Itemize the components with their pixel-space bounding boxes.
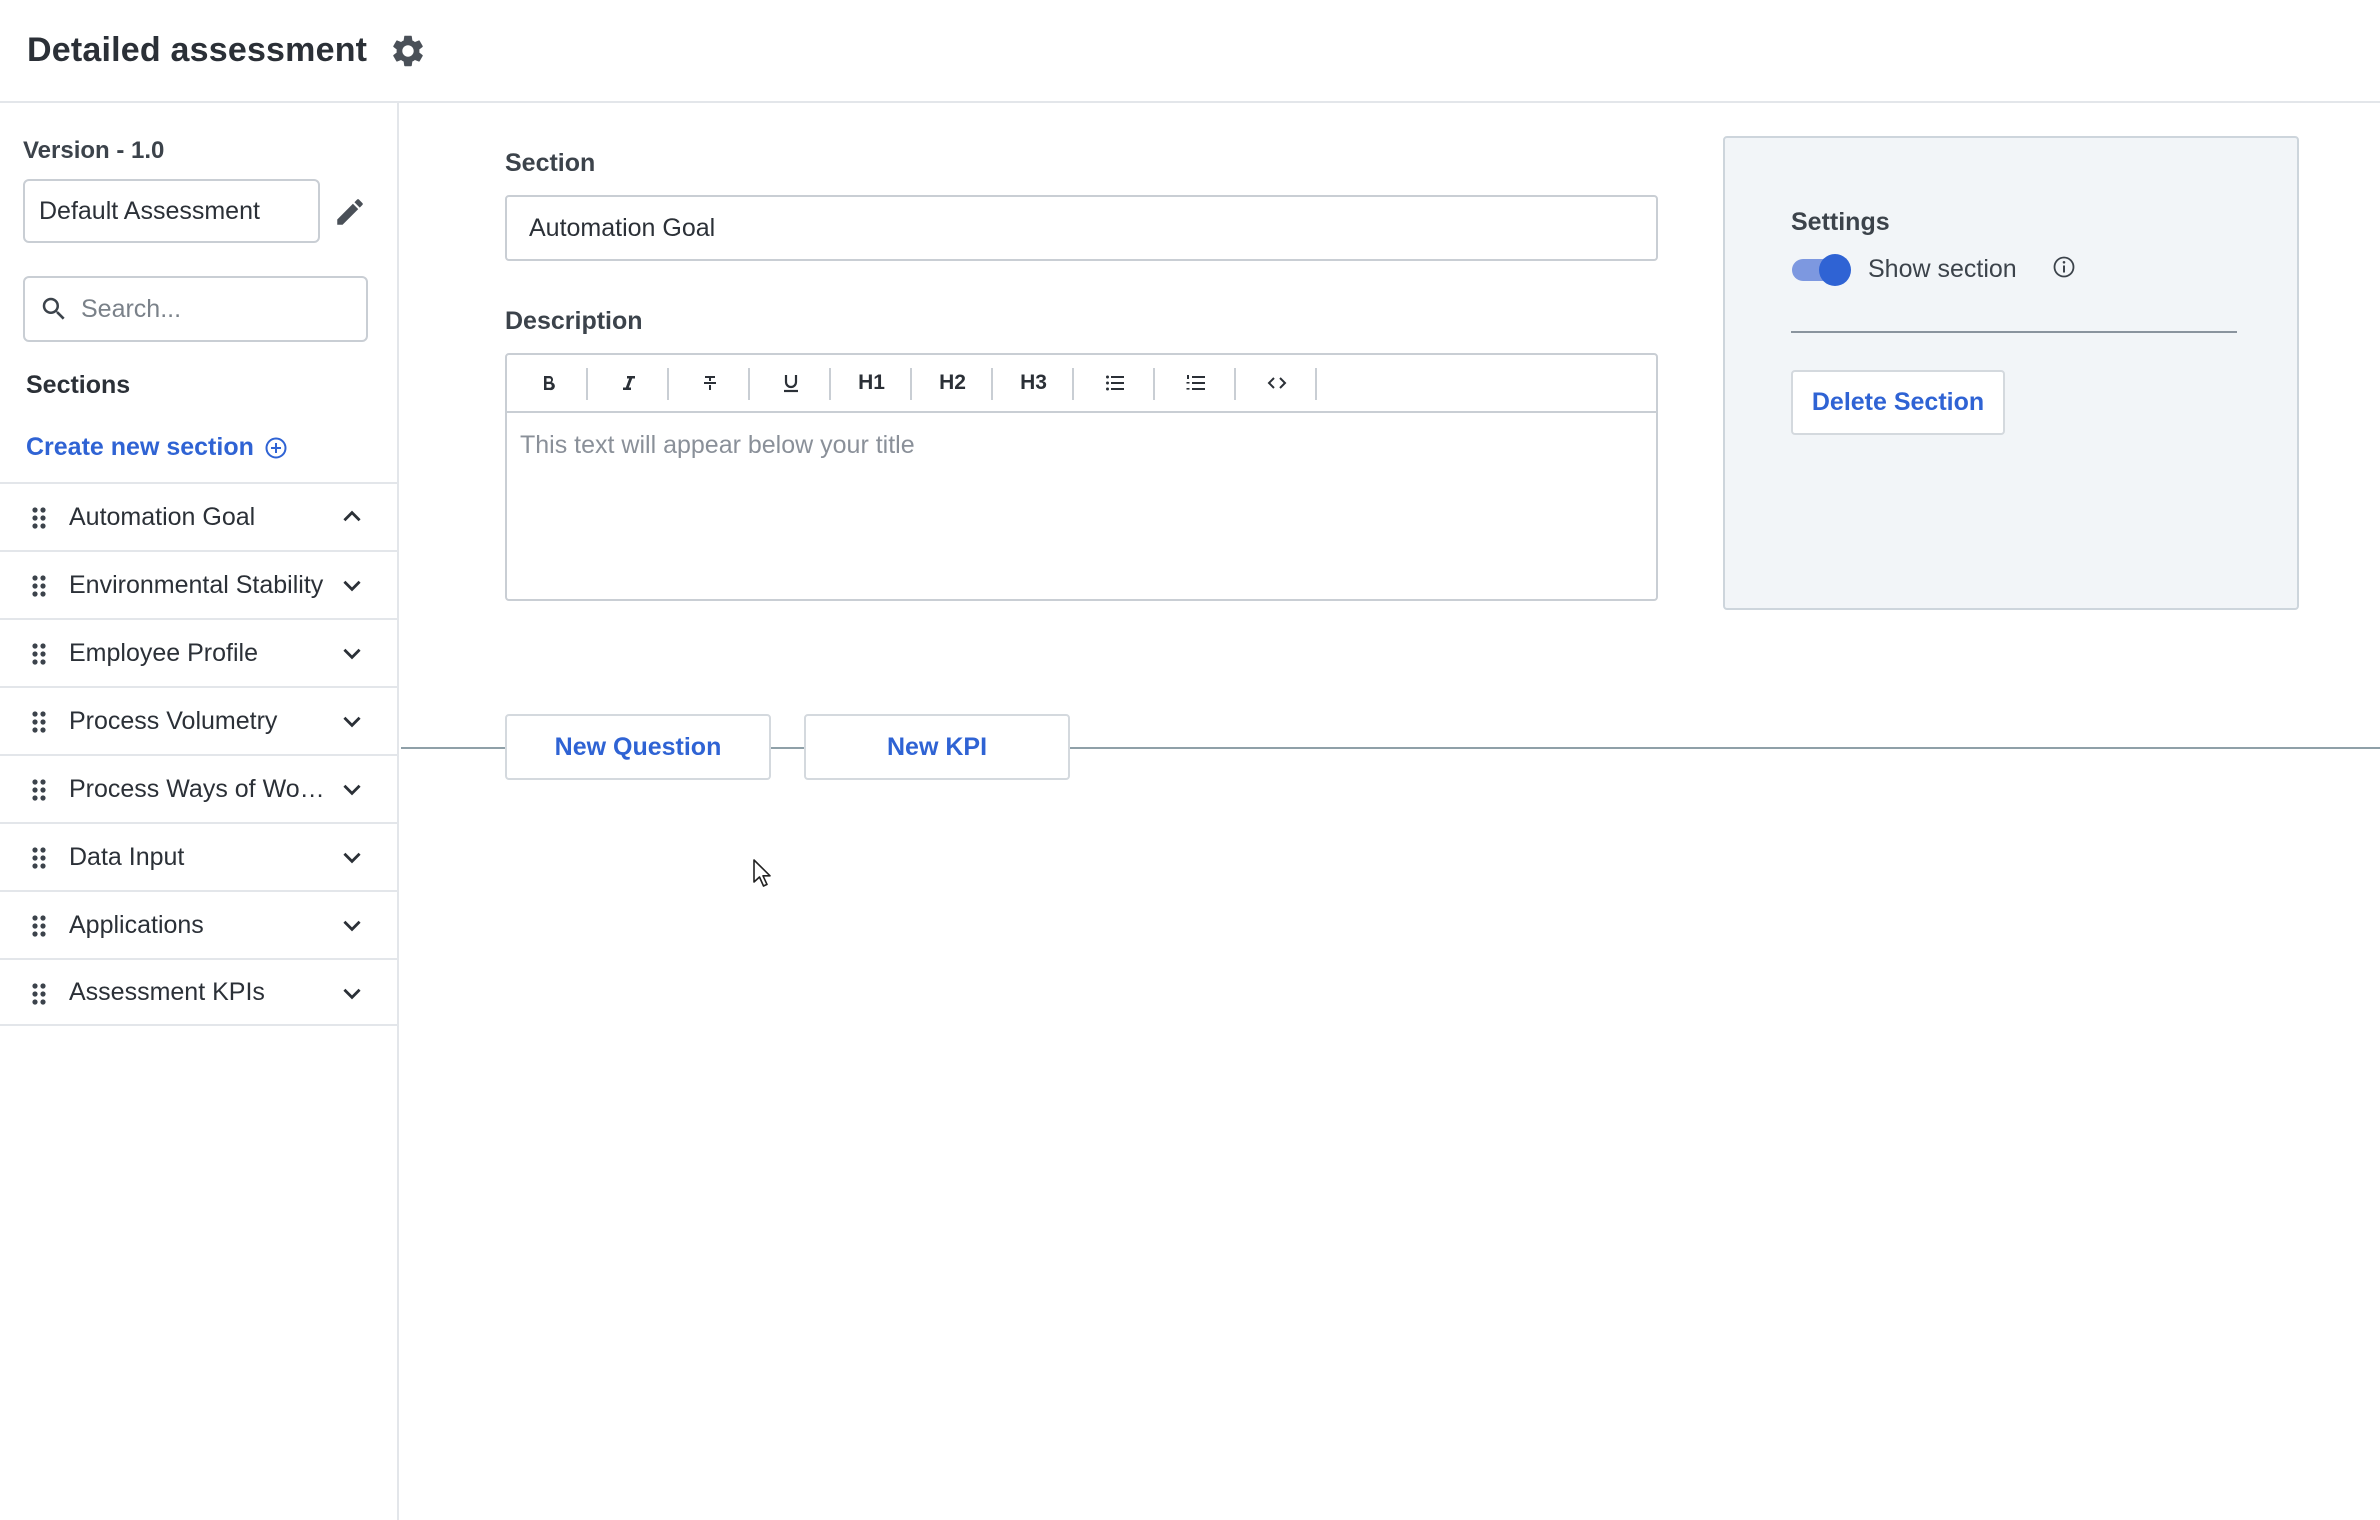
bullet-list-button[interactable] <box>1074 354 1155 412</box>
assessment-name-input[interactable] <box>23 179 320 243</box>
version-label: Version - 1.0 <box>23 137 165 164</box>
top-bar: Detailed assessment <box>0 0 2380 103</box>
chevron-down-icon[interactable] <box>339 708 365 734</box>
section-item[interactable]: Process Volumetry <box>0 686 397 754</box>
heading2-button[interactable]: H2 <box>912 354 993 412</box>
heading1-button[interactable]: H1 <box>831 354 912 412</box>
code-button[interactable] <box>1236 354 1317 412</box>
create-new-section-label: Create new section <box>26 433 254 461</box>
section-item-label: Automation Goal <box>69 502 256 531</box>
section-item[interactable]: Environmental Stability <box>0 550 397 618</box>
italic-button[interactable] <box>588 354 669 412</box>
section-field-label: Section <box>505 149 596 177</box>
strikethrough-icon <box>703 376 716 390</box>
chevron-down-icon[interactable] <box>339 844 365 870</box>
search-icon <box>42 297 65 320</box>
chevron-down-icon[interactable] <box>339 640 365 666</box>
create-new-section-link[interactable]: Create new section <box>26 433 288 462</box>
settings-panel: Settings Show section Delete Section <box>1723 136 2299 610</box>
section-item[interactable]: Applications <box>0 890 397 958</box>
chevron-down-icon[interactable] <box>339 980 365 1006</box>
section-list: Automation Goal Environmental Stability … <box>0 482 397 1026</box>
section-item-label: Applications <box>69 910 204 939</box>
info-icon[interactable] <box>2052 255 2076 279</box>
drag-handle-icon[interactable] <box>31 642 47 666</box>
settings-title: Settings <box>1791 208 1890 236</box>
section-item[interactable]: Assessment KPIs <box>0 958 397 1026</box>
drag-handle-icon[interactable] <box>31 846 47 870</box>
editor-toolbar: H1 H2 H3 <box>507 355 1656 413</box>
section-item[interactable]: Data Input <box>0 822 397 890</box>
strikethrough-button[interactable] <box>669 354 750 412</box>
drag-handle-icon[interactable] <box>31 574 47 598</box>
section-item-label: Environmental Stability <box>69 570 324 599</box>
sections-heading: Sections <box>26 371 131 399</box>
underline-button[interactable] <box>750 354 831 412</box>
section-item-label: Process Ways of Working <box>69 774 331 803</box>
main-content: Section Description H1 H2 H3 <box>401 103 2380 1520</box>
pencil-icon[interactable] <box>333 195 367 229</box>
heading3-button[interactable]: H3 <box>993 354 1074 412</box>
section-item[interactable]: Automation Goal <box>0 482 397 550</box>
bold-button[interactable] <box>507 354 588 412</box>
page-title: Detailed assessment <box>27 31 368 69</box>
plus-circle-icon <box>265 437 287 458</box>
search-input[interactable] <box>81 284 361 334</box>
section-item[interactable]: Employee Profile <box>0 618 397 686</box>
bullet-list-icon <box>1105 375 1124 391</box>
drag-handle-icon[interactable] <box>31 710 47 734</box>
description-editor: H1 H2 H3 <box>505 353 1658 601</box>
description-field-label: Description <box>505 307 643 335</box>
section-item-label: Employee Profile <box>69 638 258 667</box>
toggle-knob <box>1819 254 1851 286</box>
drag-handle-icon[interactable] <box>31 778 47 802</box>
code-icon <box>1267 377 1286 389</box>
show-section-toggle[interactable] <box>1792 254 1852 286</box>
drag-handle-icon[interactable] <box>31 506 47 530</box>
section-name-input[interactable] <box>505 195 1658 261</box>
drag-handle-icon[interactable] <box>31 982 47 1006</box>
section-item-label: Process Volumetry <box>69 706 278 735</box>
underline-icon <box>783 375 798 393</box>
gear-icon[interactable] <box>389 32 427 70</box>
numbered-list-button[interactable] <box>1155 354 1236 412</box>
drag-handle-icon[interactable] <box>31 914 47 938</box>
chevron-up-icon[interactable] <box>339 504 365 530</box>
bold-icon <box>543 376 555 391</box>
show-section-label: Show section <box>1868 255 2017 283</box>
section-item-label: Assessment KPIs <box>69 977 265 1006</box>
search-box[interactable] <box>23 276 368 342</box>
settings-divider <box>1791 331 2237 333</box>
section-item[interactable]: Process Ways of Working <box>0 754 397 822</box>
new-question-button[interactable]: New Question <box>505 714 771 780</box>
chevron-down-icon[interactable] <box>339 912 365 938</box>
sidebar: Version - 1.0 Sections Create new sectio… <box>0 103 399 1520</box>
section-item-label: Data Input <box>69 842 185 871</box>
italic-icon <box>622 376 635 390</box>
new-kpi-button[interactable]: New KPI <box>804 714 1070 780</box>
numbered-list-icon <box>1186 375 1205 390</box>
chevron-down-icon[interactable] <box>339 776 365 802</box>
delete-section-button[interactable]: Delete Section <box>1791 370 2005 435</box>
chevron-down-icon[interactable] <box>339 572 365 598</box>
description-textarea[interactable] <box>507 413 1656 597</box>
mouse-cursor-icon <box>753 859 771 887</box>
